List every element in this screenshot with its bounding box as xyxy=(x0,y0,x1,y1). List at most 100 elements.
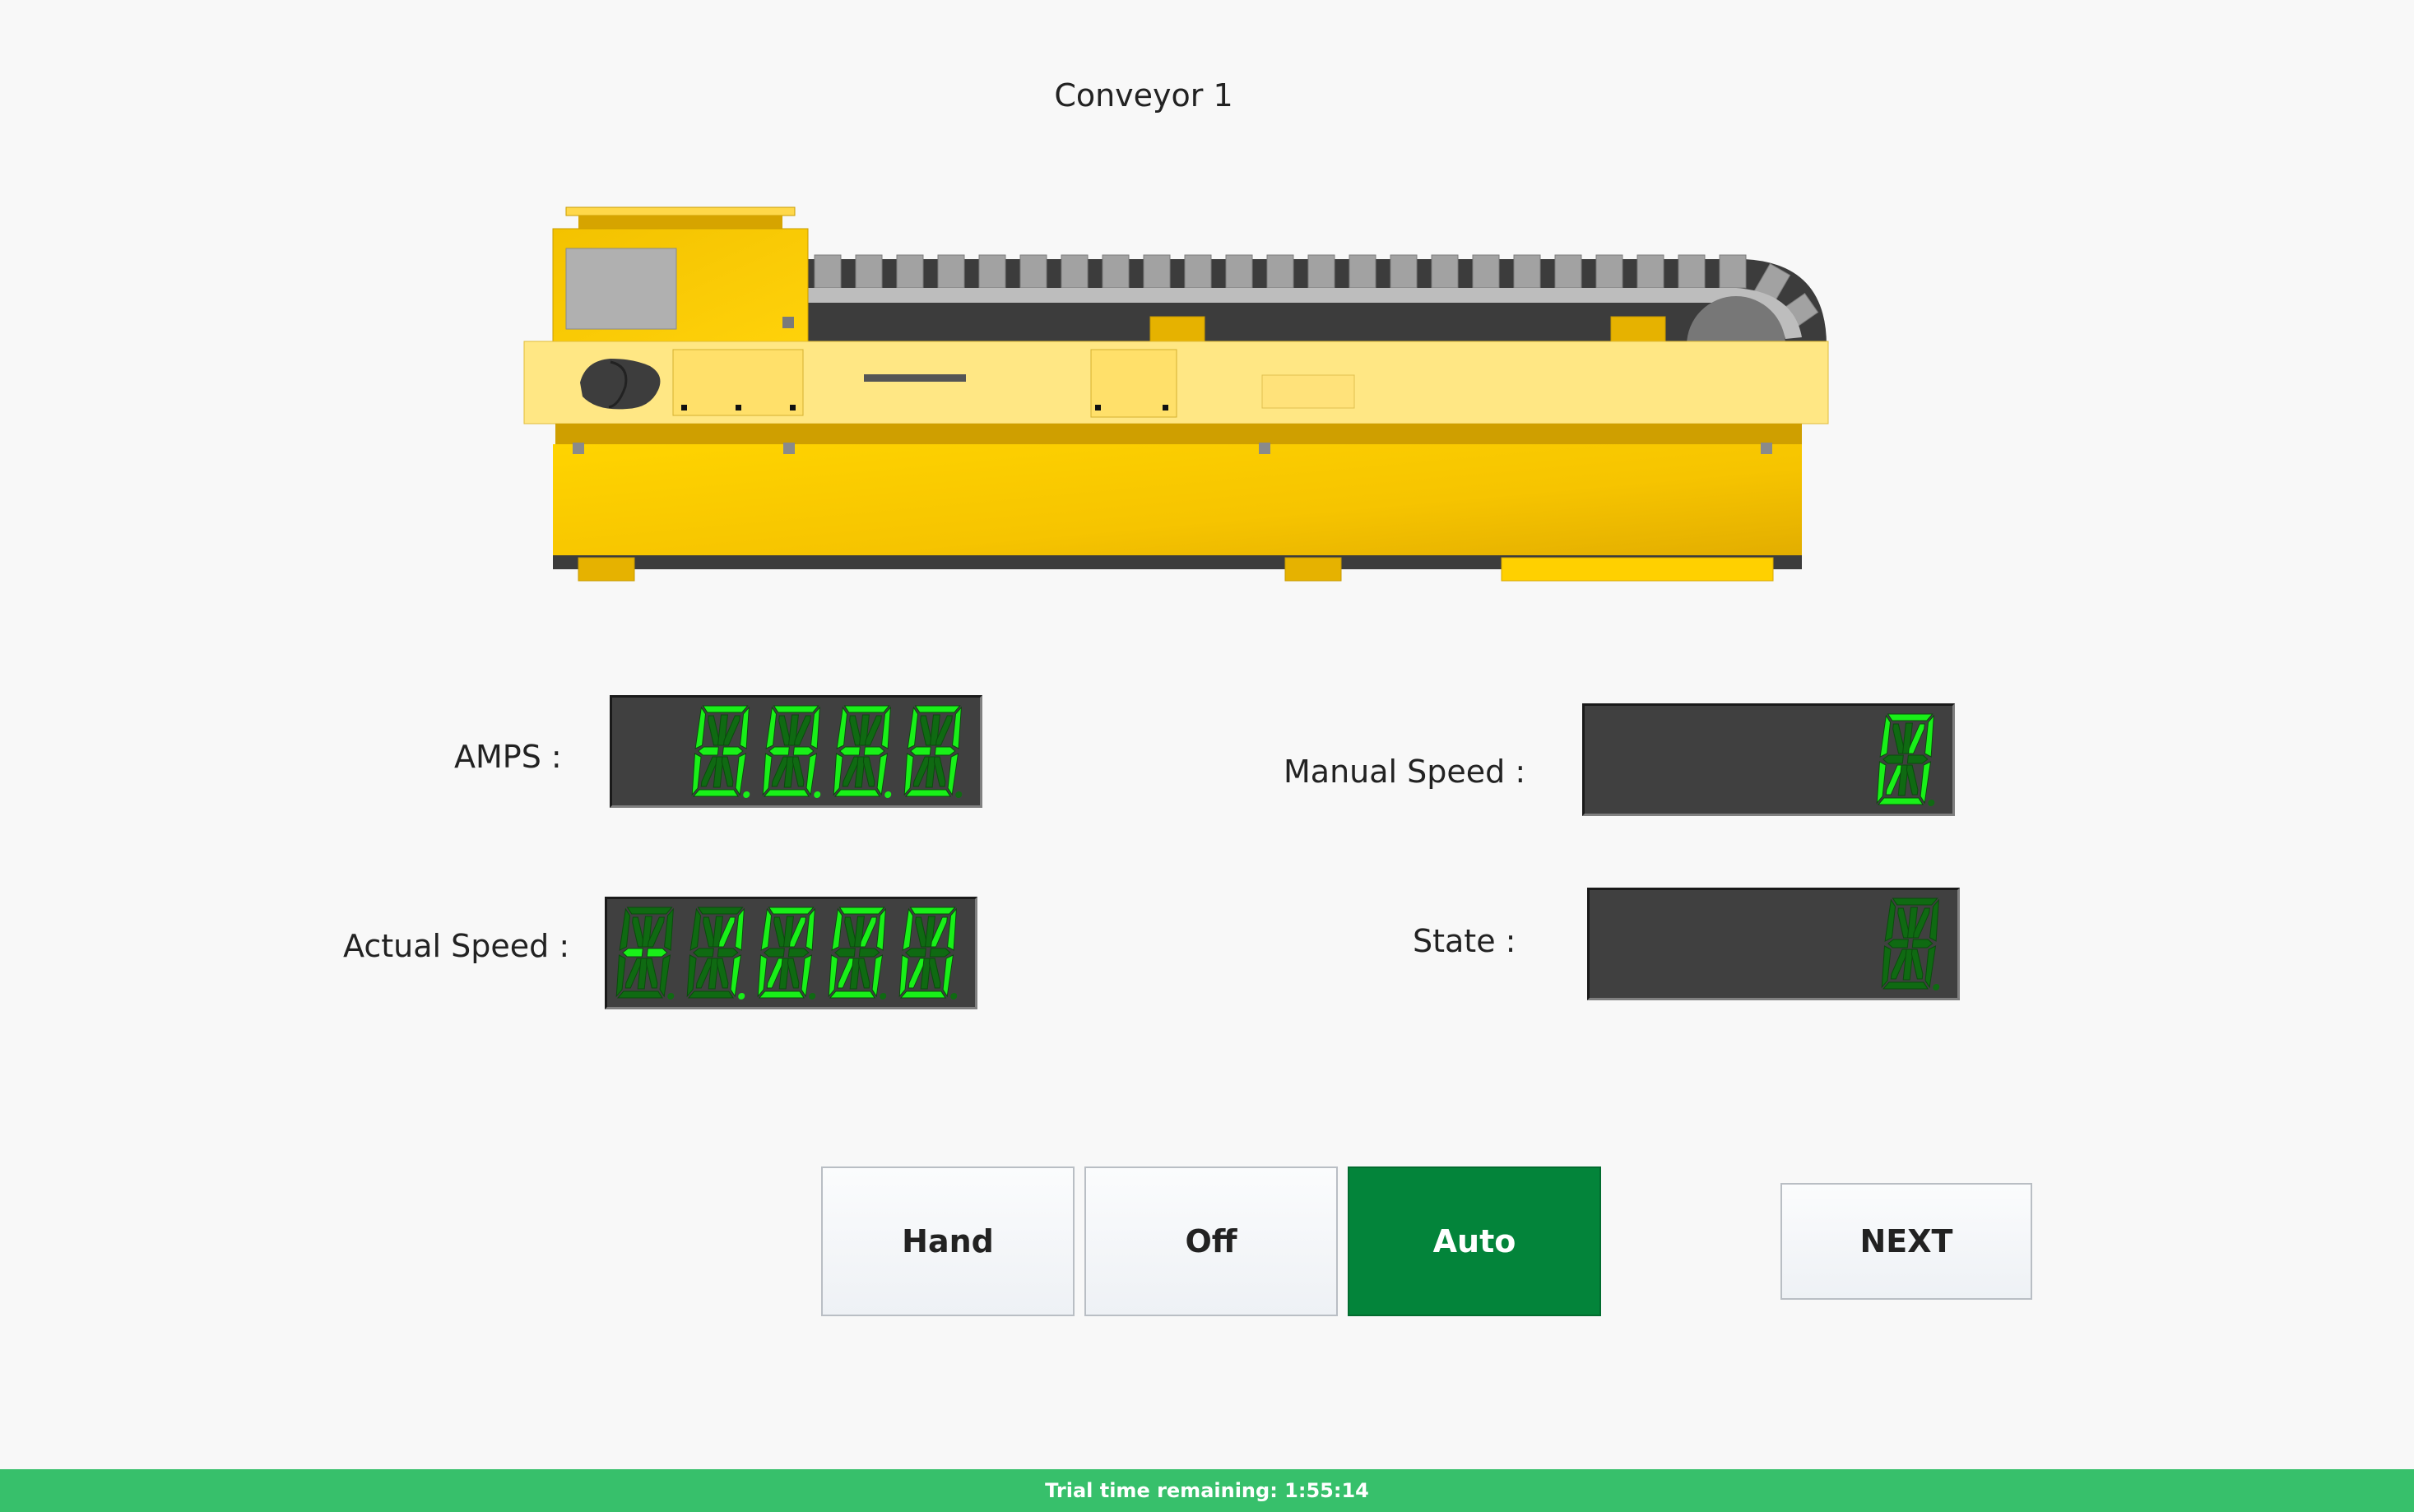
led-segment xyxy=(863,746,885,756)
led-segment xyxy=(717,948,739,958)
led-segment xyxy=(898,954,909,998)
led-segment xyxy=(947,907,957,951)
manual-speed-label: Manual Speed : xyxy=(1284,754,1526,790)
led-segment xyxy=(1929,898,1939,942)
led-segment xyxy=(839,746,861,756)
led-segment xyxy=(768,907,815,915)
led-segment xyxy=(735,753,747,796)
conveyor-control-screen: Conveyor 1 AMPS: Manual Speed: Actual … xyxy=(0,0,2414,1512)
led-segment xyxy=(801,954,813,998)
led-segment xyxy=(1887,713,1934,721)
state-display xyxy=(1587,888,1960,1000)
led-segment xyxy=(1881,945,1892,989)
led-segment xyxy=(763,789,810,797)
led-segment xyxy=(626,907,673,915)
led-segment xyxy=(646,948,668,958)
led-segment xyxy=(773,705,819,713)
state-label: State : xyxy=(1413,923,1516,959)
page-title: Conveyor 1 xyxy=(1054,77,1233,114)
led-segment xyxy=(1906,754,1929,764)
led-digit xyxy=(828,907,887,999)
led-segment xyxy=(740,706,750,749)
led-segment xyxy=(831,907,843,951)
led-segment xyxy=(833,753,843,796)
led-digit xyxy=(615,907,675,999)
led-segment xyxy=(1920,761,1932,805)
led-segment xyxy=(622,948,643,958)
led-segment xyxy=(691,753,702,796)
led-decimal-point xyxy=(950,993,958,999)
auto-mode-button[interactable]: Auto xyxy=(1348,1166,1601,1316)
manual-speed-display xyxy=(1582,703,1955,816)
led-segment xyxy=(693,948,714,958)
led-segment xyxy=(702,705,749,713)
led-decimal-point xyxy=(884,791,892,798)
led-segment xyxy=(692,789,739,797)
led-segment xyxy=(1877,797,1924,805)
led-digit xyxy=(757,907,816,999)
next-button[interactable]: NEXT xyxy=(1780,1183,2032,1300)
led-segment xyxy=(616,990,663,999)
led-segment xyxy=(768,746,790,756)
led-decimal-point xyxy=(667,993,675,999)
led-digit xyxy=(762,705,821,798)
led-segment xyxy=(758,990,805,999)
led-digit xyxy=(1876,713,1935,806)
led-segment xyxy=(947,753,959,796)
state-digits xyxy=(1881,897,1940,990)
led-decimal-point xyxy=(880,993,887,999)
manual-speed-digits xyxy=(1876,713,1935,806)
led-segment xyxy=(1924,714,1934,758)
led-segment xyxy=(697,907,744,915)
led-segment xyxy=(619,907,631,951)
led-segment xyxy=(843,705,890,713)
trial-time-banner: Trial time remaining: 1:55:14 xyxy=(0,1469,2414,1512)
led-segment xyxy=(838,907,885,915)
led-segment xyxy=(722,746,744,756)
led-segment xyxy=(905,948,926,958)
led-decimal-point xyxy=(1928,800,1935,806)
led-segment xyxy=(687,990,734,999)
hand-mode-button[interactable]: Hand xyxy=(821,1166,1075,1316)
led-segment xyxy=(686,954,697,998)
led-segment xyxy=(615,954,626,998)
led-segment xyxy=(929,948,951,958)
led-segment xyxy=(910,746,931,756)
led-segment xyxy=(1879,714,1892,758)
led-decimal-point xyxy=(738,993,745,999)
led-segment xyxy=(834,948,856,958)
led-segment xyxy=(871,954,884,998)
led-digit xyxy=(898,907,958,999)
led-segment xyxy=(757,954,768,998)
led-segment xyxy=(836,706,848,749)
led-digit xyxy=(691,705,750,798)
led-segment xyxy=(730,954,742,998)
led-segment xyxy=(1924,945,1937,989)
led-segment xyxy=(876,907,886,951)
led-decimal-point xyxy=(814,791,821,798)
led-digit xyxy=(833,705,892,798)
led-segment xyxy=(787,948,810,958)
led-segment xyxy=(1884,898,1896,942)
led-segment xyxy=(903,753,914,796)
led-segment xyxy=(1887,939,1909,948)
led-segment xyxy=(805,753,818,796)
actual-speed-label: Actual Speed : xyxy=(343,928,570,964)
led-segment xyxy=(659,954,671,998)
led-digit xyxy=(1881,897,1940,990)
led-segment xyxy=(952,706,962,749)
led-segment xyxy=(694,706,707,749)
led-segment xyxy=(1911,939,1934,948)
led-digit xyxy=(686,907,745,999)
led-segment xyxy=(762,753,773,796)
off-mode-button[interactable]: Off xyxy=(1084,1166,1338,1316)
led-segment xyxy=(914,705,961,713)
led-segment xyxy=(764,948,785,958)
led-segment xyxy=(833,789,880,797)
led-segment xyxy=(760,907,773,951)
led-segment xyxy=(805,907,815,951)
led-segment xyxy=(689,907,702,951)
led-segment xyxy=(907,706,919,749)
led-segment xyxy=(1882,981,1929,990)
led-segment xyxy=(698,746,719,756)
